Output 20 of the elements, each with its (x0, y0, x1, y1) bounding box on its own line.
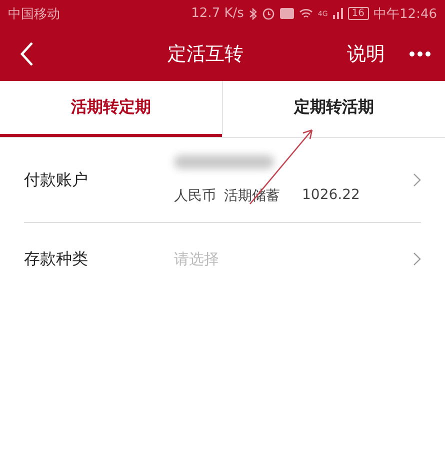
network-speed: 12.7 K/s (191, 6, 244, 21)
carrier-name: 中国移动 (8, 6, 60, 22)
clock: 中午12:46 (374, 6, 437, 22)
wifi-icon (298, 8, 313, 19)
page-title: 定活互转 (166, 42, 244, 67)
account-balance: 1026.22 (302, 187, 360, 205)
row-label: 存款种类 (24, 248, 89, 270)
row-label: 付款账户 (24, 170, 89, 190)
bluetooth-icon (248, 8, 257, 20)
alarm-icon (262, 7, 275, 20)
help-button[interactable]: 说明 (337, 41, 395, 67)
signal-icon (332, 8, 343, 19)
battery-level: 16 (348, 7, 369, 20)
more-button[interactable] (409, 51, 431, 57)
select-placeholder: 请选择 (174, 250, 220, 268)
currency: 人民币 (174, 187, 216, 205)
back-button[interactable] (20, 41, 34, 67)
chevron-right-icon (413, 173, 421, 187)
chevron-right-icon (413, 252, 421, 266)
deposit-type-row[interactable]: 存款种类 请选择 (24, 223, 421, 295)
